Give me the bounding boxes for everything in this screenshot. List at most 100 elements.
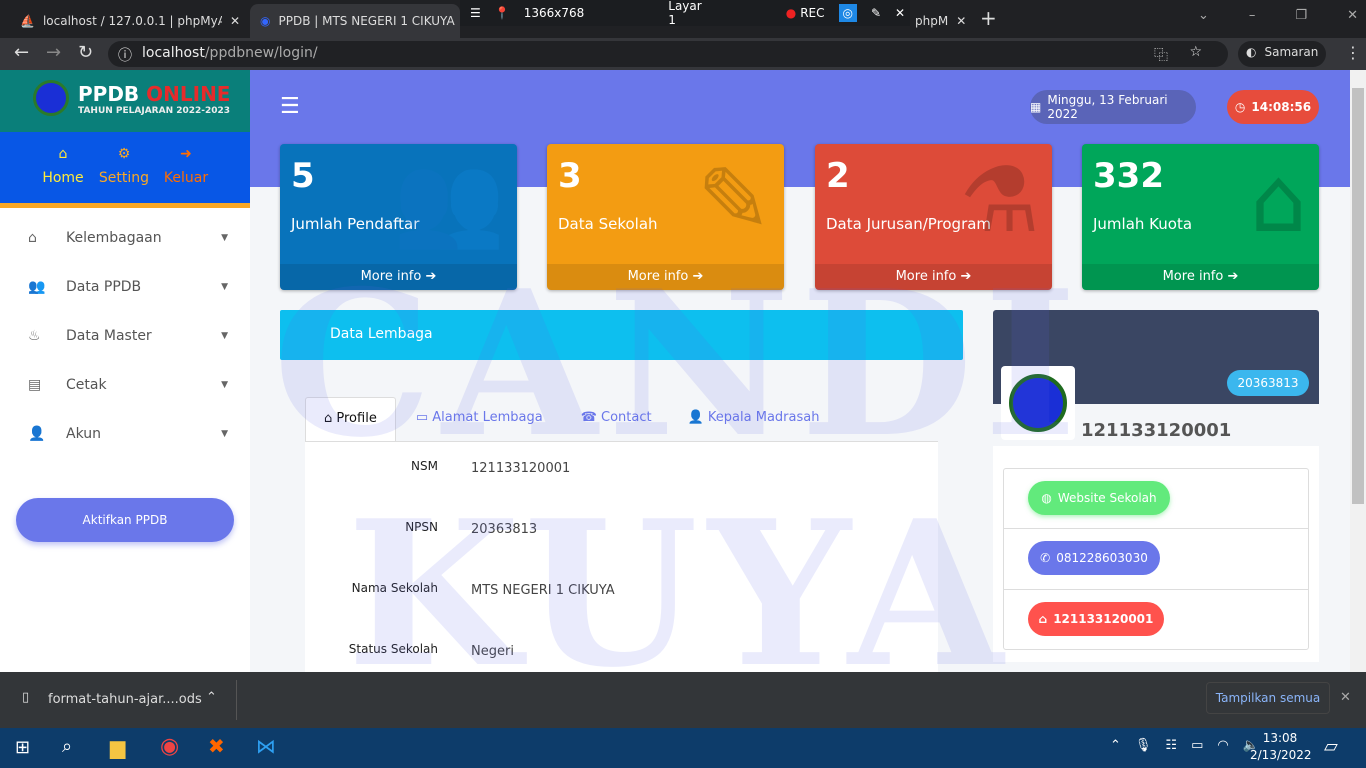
camera-icon[interactable]: ◎ xyxy=(838,4,857,22)
pin-icon[interactable]: 📍 xyxy=(495,6,510,20)
clock-badge: ◷ 14:08:56 xyxy=(1227,90,1319,124)
show-hidden-icons[interactable]: ⌃ xyxy=(1110,738,1121,753)
download-bar: ▯ format-tahun-ajar....ods ⌃ Tampilkan s… xyxy=(0,672,1366,728)
card-jumlah-kuota: 332 Jumlah Kuota ⌂ More info ➔ xyxy=(1082,144,1319,290)
sidebar-item-kelembagaan[interactable]: ⌂ Kelembagaan ▼ xyxy=(0,218,250,258)
hamburger-menu-icon[interactable]: ☰ xyxy=(280,94,300,119)
sidebar-item-data-master[interactable]: ♨ Data Master ▼ xyxy=(0,316,250,356)
profile-button[interactable]: ◐ Samaran xyxy=(1238,41,1327,67)
card-data-jurusan: 2 Data Jurusan/Program ⚗ More info ➔ xyxy=(815,144,1052,290)
school-icon: ⌂ xyxy=(1249,148,1307,253)
caret-down-icon: ▼ xyxy=(221,233,228,243)
more-info-link[interactable]: More info ➔ xyxy=(547,264,784,290)
tab-search-icon[interactable]: ⌄ xyxy=(1198,8,1209,23)
restore-button[interactable]: ❐ xyxy=(1295,8,1307,23)
profile-panel xyxy=(305,442,938,672)
tab-ppdb[interactable]: ◉ PPDB | MTS NEGERI 1 CIKUYA xyxy=(250,4,460,38)
microphone-icon[interactable]: 🎙 xyxy=(1135,738,1152,753)
users-icon: 👥 xyxy=(392,148,505,253)
logout-link[interactable]: ➜ Keluar xyxy=(155,146,217,186)
activate-ppdb-button[interactable]: Aktifkan PPDB xyxy=(16,498,234,542)
caret-down-icon: ▼ xyxy=(221,282,228,292)
forward-icon[interactable]: → xyxy=(46,42,61,63)
caret-down-icon: ▼ xyxy=(221,429,228,439)
scrollbar[interactable] xyxy=(1350,70,1366,672)
more-info-link[interactable]: More info ➔ xyxy=(1082,264,1319,290)
show-all-button[interactable]: Tampilkan semua xyxy=(1206,682,1330,714)
wifi-icon[interactable]: ◠ xyxy=(1217,738,1228,753)
control-panel-icon[interactable]: ☷ xyxy=(1165,738,1177,753)
more-info-link[interactable]: More info ➔ xyxy=(815,264,1052,290)
more-info-link[interactable]: More info ➔ xyxy=(280,264,517,290)
date-badge: ▦ Minggu, 13 Februari 2022 xyxy=(1030,90,1196,124)
arrow-circle-right-icon: ➔ xyxy=(960,269,972,284)
record-icon[interactable]: ● xyxy=(786,6,796,20)
translate-icon[interactable]: ⿻ xyxy=(1154,45,1168,65)
website-button[interactable]: ◍ Website Sekolah xyxy=(1028,481,1170,515)
close-download-bar-icon[interactable]: ✕ xyxy=(1340,690,1351,705)
close-window-button[interactable]: ✕ xyxy=(1347,8,1358,23)
browser-menu-icon[interactable]: ⋮ xyxy=(1345,43,1361,62)
download-item[interactable]: format-tahun-ajar....ods xyxy=(48,692,202,707)
sidebar-item-akun[interactable]: 👤 Akun ▼ xyxy=(0,414,250,454)
arrow-circle-right-icon: ➔ xyxy=(692,269,704,284)
address-bar-row: ← → ↻ ⓘ localhost/ppdbnew/login/ ⿻ ☆ ◐ Sama… xyxy=(0,38,1366,70)
arrow-circle-right-icon: ➔ xyxy=(425,269,437,284)
user-icon: 👤 xyxy=(28,426,46,442)
menu-icon[interactable]: ☰ xyxy=(470,6,481,20)
bookmark-star-icon[interactable]: ☆ xyxy=(1189,44,1202,60)
print-icon: ▤ xyxy=(28,377,42,393)
windows-start-icon[interactable]: ⊞ xyxy=(15,737,30,758)
pen-icon[interactable]: ✎ xyxy=(871,6,881,20)
brand-logo[interactable]: PPDB ONLINE TAHUN PELAJARAN 2022-2023 xyxy=(0,70,250,132)
file-explorer-icon[interactable]: ▆ xyxy=(110,735,125,759)
xampp-icon[interactable]: ✖ xyxy=(208,734,225,758)
tab-kepala-madrasah[interactable]: 👤 Kepala Madrasah xyxy=(670,397,838,441)
url-input[interactable]: ⓘ localhost/ppdbnew/login/ ⿻ ☆ xyxy=(108,41,1228,67)
tab-phpmyadmin[interactable]: ⛵localhost / 127.0.0.1 | phpMyAdm✕ xyxy=(10,4,250,38)
clock-icon: ◷ xyxy=(1234,100,1246,114)
notifications-icon[interactable]: ▱ xyxy=(1324,736,1338,757)
minimize-button[interactable]: – xyxy=(1249,8,1256,23)
close-tab-icon[interactable]: ✕ xyxy=(230,14,240,28)
whatsapp-button[interactable]: ✆ 081228603030 xyxy=(1028,541,1160,575)
whatsapp-icon: ✆ xyxy=(1040,551,1051,565)
profile-tabs: ⌂ Profile ▭ Alamat Lembaga ☎ Contact 👤 K… xyxy=(305,397,938,442)
battery-icon[interactable]: ▭ xyxy=(1191,738,1203,753)
users-icon: 👥 xyxy=(28,279,46,295)
vscode-icon[interactable]: ⋈ xyxy=(256,734,276,758)
contact-card: ◍ Website Sekolah ✆ 081228603030 ⌂ 12113312… xyxy=(993,446,1319,662)
chrome-icon[interactable]: ◉ xyxy=(160,734,179,759)
chevron-up-icon[interactable]: ⌃ xyxy=(206,690,217,705)
sidebar: PPDB ONLINE TAHUN PELAJARAN 2022-2023 ⌂ H… xyxy=(0,70,250,672)
incognito-icon: ◐ xyxy=(1246,45,1257,59)
setting-link[interactable]: ⚙ Setting xyxy=(93,146,155,186)
tab-alamat-lembaga[interactable]: ▭ Alamat Lembaga xyxy=(396,397,563,441)
home-nsm-button[interactable]: ⌂ 121133120001 xyxy=(1028,602,1164,636)
school-logo xyxy=(1001,366,1075,440)
sidebar-item-data-ppdb[interactable]: 👥 Data PPDB ▼ xyxy=(0,267,250,307)
flask-icon: ⚗ xyxy=(959,148,1040,253)
contact-list: ◍ Website Sekolah ✆ 081228603030 ⌂ 12113312… xyxy=(1003,468,1309,650)
new-tab-button[interactable]: + xyxy=(980,6,997,30)
sidebar-item-cetak[interactable]: ▤ Cetak ▼ xyxy=(0,365,250,405)
sign-out-icon: ➜ xyxy=(180,146,192,162)
tab-profile[interactable]: ⌂ Profile xyxy=(305,397,396,441)
user-cog-icon: ⚙ xyxy=(117,146,131,162)
home-link[interactable]: ⌂ Home xyxy=(32,146,94,186)
section-title: Data Lembaga xyxy=(280,310,963,360)
card-data-sekolah: 3 Data Sekolah ✎ More info ➔ xyxy=(547,144,784,290)
reload-icon[interactable]: ↻ xyxy=(78,42,93,63)
close-icon[interactable]: ✕ xyxy=(895,6,905,20)
back-icon[interactable]: ← xyxy=(14,42,29,63)
caret-down-icon: ▼ xyxy=(221,331,228,341)
tab-contact[interactable]: ☎ Contact xyxy=(563,397,670,441)
tab-phpmyadmin-2[interactable]: phpM ✕ xyxy=(905,4,975,38)
caret-down-icon: ▼ xyxy=(221,380,228,390)
screen-recorder-toolbar: ☰ 📍 1366x768 Layar 1 ● REC ◎ ✎ ✕ xyxy=(460,0,910,27)
quick-links: ⌂ Home ⚙ Setting ➜ Keluar xyxy=(0,132,250,208)
search-icon[interactable]: ⌕ xyxy=(62,736,72,757)
web-page: PPDB ONLINE TAHUN PELAJARAN 2022-2023 ⌂ H… xyxy=(0,70,1350,672)
system-clock[interactable]: 13:08 2/13/2022 xyxy=(1250,731,1312,762)
close-tab-icon[interactable]: ✕ xyxy=(956,14,966,28)
